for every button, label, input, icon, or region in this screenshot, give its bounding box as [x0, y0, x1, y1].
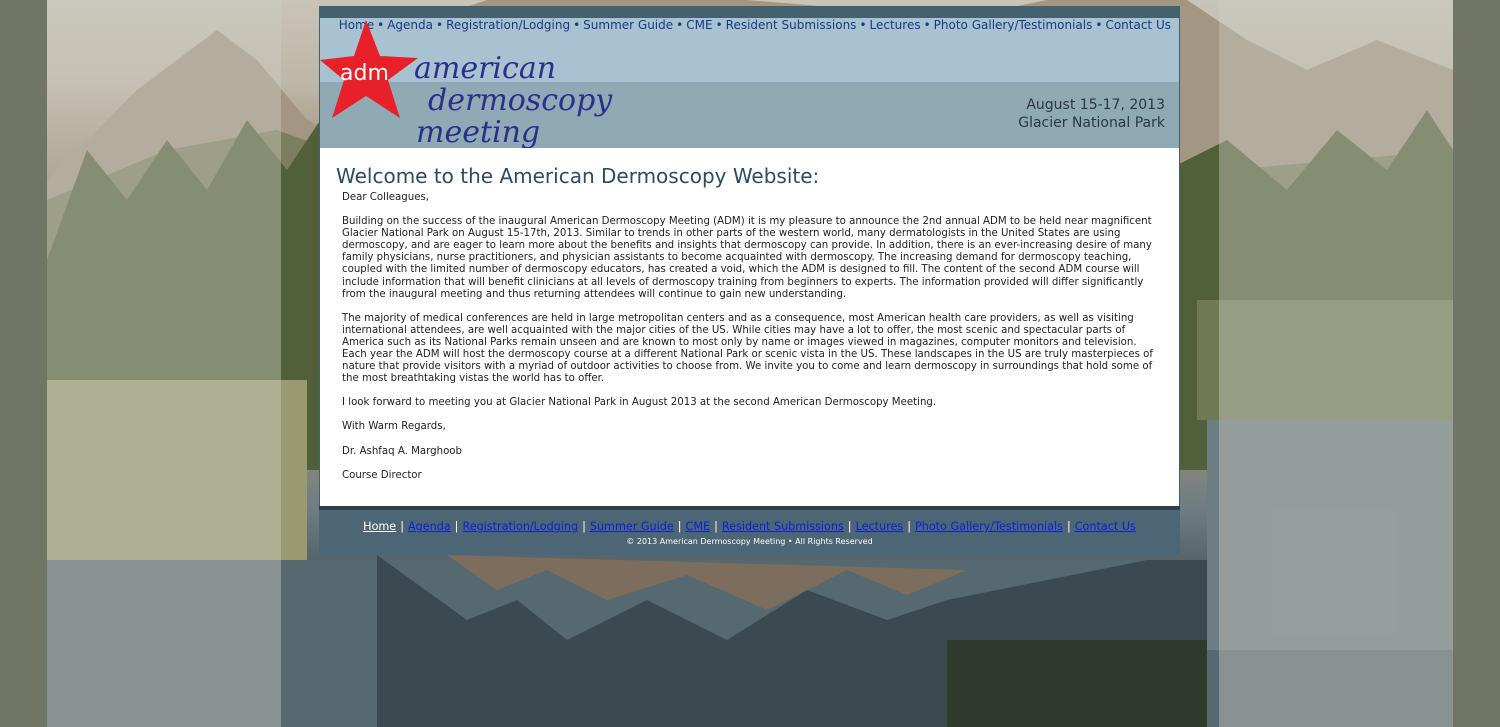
letter-paragraph: Building on the success of the inaugural… — [342, 216, 1152, 300]
footer-nav-home[interactable]: Home — [363, 520, 396, 533]
event-location: Glacier National Park — [1018, 115, 1165, 131]
signature-name: Dr. Ashfaq A. Marghoob — [342, 445, 463, 457]
footer-nav-summer-guide[interactable]: Summer Guide — [590, 520, 674, 533]
footer-nav-resident-submissions[interactable]: Resident Submissions — [722, 520, 844, 533]
page-title: Welcome to the American Dermoscopy Websi… — [336, 164, 820, 188]
footer-nav-lectures[interactable]: Lectures — [856, 520, 904, 533]
logo-line-3: meeting — [416, 115, 540, 148]
letter-closing: With Warm Regards, — [342, 421, 446, 433]
adm-logo[interactable]: adm american dermoscopy meeting — [320, 20, 640, 148]
footer-nav-agenda[interactable]: Agenda — [408, 520, 451, 533]
welcome-letter: Dear Colleagues, Building on the success… — [342, 192, 1162, 494]
page-container: Home • Agenda • Registration/Lodging • Summer … — [319, 6, 1180, 555]
event-info: August 15-17, 2013 Glacier National Park — [1018, 96, 1165, 132]
footer-navigation: Home | Agenda | Registration/Lodging | Summer … — [363, 520, 1136, 533]
logo-line-1: american — [414, 51, 556, 86]
letter-salutation: Dear Colleagues, — [342, 192, 430, 203]
signature-title: Course Director — [342, 469, 422, 481]
letter-paragraph: I look forward to meeting you at Glacier… — [342, 397, 937, 409]
nav-resident-submissions[interactable]: Resident Submissions — [726, 18, 857, 32]
nav-photo-gallery[interactable]: Photo Gallery/Testimonials — [934, 18, 1093, 32]
logo-line-2: dermoscopy — [428, 83, 613, 118]
footer-nav-registration-lodging[interactable]: Registration/Lodging — [462, 520, 578, 533]
site-footer: Home | Agenda | Registration/Lodging | Summer … — [319, 506, 1180, 555]
logo-badge-text: adm — [340, 61, 389, 86]
site-header: Home • Agenda • Registration/Lodging • Summer … — [319, 6, 1180, 153]
nav-lectures[interactable]: Lectures — [870, 18, 921, 32]
footer-nav-contact-us[interactable]: Contact Us — [1075, 520, 1136, 533]
footer-nav-cme[interactable]: CME — [686, 520, 711, 533]
letter-paragraph: The majority of medical conferences are … — [342, 312, 1153, 385]
event-dates: August 15-17, 2013 — [1026, 97, 1165, 113]
nav-contact-us[interactable]: Contact Us — [1105, 18, 1171, 32]
main-content: Welcome to the American Dermoscopy Websi… — [319, 148, 1180, 506]
footer-nav-photo-gallery[interactable]: Photo Gallery/Testimonials — [915, 520, 1063, 533]
nav-cme[interactable]: CME — [686, 18, 712, 32]
copyright-notice: © 2013 American Dermoscopy Meeting • All… — [626, 537, 873, 546]
